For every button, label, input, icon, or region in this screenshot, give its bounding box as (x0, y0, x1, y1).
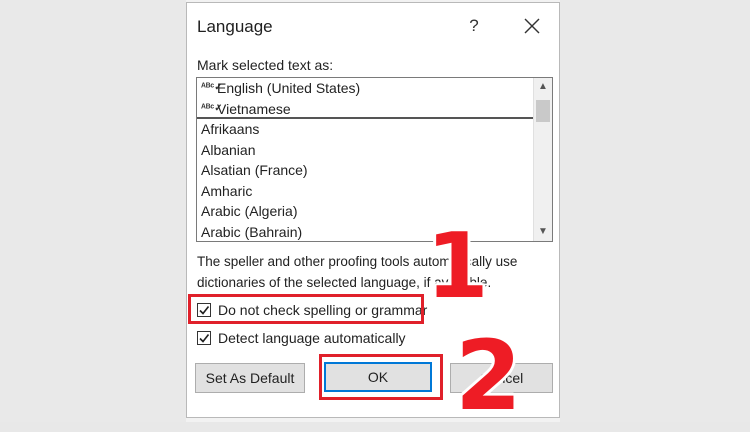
list-item[interactable]: Amharic (197, 181, 534, 202)
detect-language-checkbox[interactable] (197, 331, 211, 345)
dialog-title: Language (197, 17, 273, 36)
language-label: Amharic (201, 182, 253, 199)
scroll-up-icon[interactable]: ▲ (534, 78, 552, 96)
info-line: dictionaries of the selected language, i… (197, 275, 492, 290)
highlight-box-2 (319, 354, 443, 400)
highlight-box-1 (188, 294, 424, 324)
scroll-down-icon[interactable]: ▼ (534, 223, 552, 241)
mark-selected-label: Mark selected text as: (197, 57, 334, 73)
list-item[interactable]: Alsatian (France) (197, 160, 534, 181)
background-right (560, 0, 750, 422)
list-item[interactable]: Albanian (197, 140, 534, 161)
detect-language-label: Detect language automatically (218, 330, 406, 346)
language-label: Alsatian (France) (201, 162, 308, 178)
info-line: The speller and other proofing tools aut… (197, 254, 518, 269)
detect-language-option[interactable]: Detect language automatically (197, 327, 406, 349)
list-item[interactable]: Afrikaans (197, 119, 534, 140)
language-listbox[interactable]: ᴬᴮᶜ✓English (United States) ᴬᴮᶜ✓Vietname… (196, 77, 553, 242)
language-label: Arabic (Bahrain) (201, 223, 303, 240)
language-label: English (United States) (217, 80, 361, 96)
proofing-info-text: The speller and other proofing tools aut… (197, 251, 547, 293)
background-left (0, 0, 186, 422)
spellcheck-icon: ᴬᴮᶜ✓ (201, 102, 223, 114)
checkmark-icon (199, 334, 210, 343)
help-button[interactable]: ? (463, 13, 485, 39)
step-marker-2: 2 (455, 320, 522, 432)
close-icon (524, 18, 540, 34)
spellcheck-icon: ᴬᴮᶜ✓ (201, 82, 223, 93)
language-label: Arabic (Algeria) (201, 203, 298, 219)
language-label: Afrikaans (201, 121, 260, 137)
language-label: Vietnamese (217, 100, 291, 117)
set-as-default-button[interactable]: Set As Default (195, 363, 305, 393)
close-button[interactable] (519, 13, 545, 39)
list-item[interactable]: ᴬᴮᶜ✓Vietnamese (197, 99, 534, 119)
vertical-scrollbar[interactable]: ▲ ▼ (533, 78, 552, 241)
step-marker-1: 1 (426, 214, 489, 319)
list-item[interactable]: ᴬᴮᶜ✓English (United States) (197, 78, 534, 99)
scroll-thumb[interactable] (536, 100, 550, 122)
language-label: Albanian (201, 141, 256, 158)
